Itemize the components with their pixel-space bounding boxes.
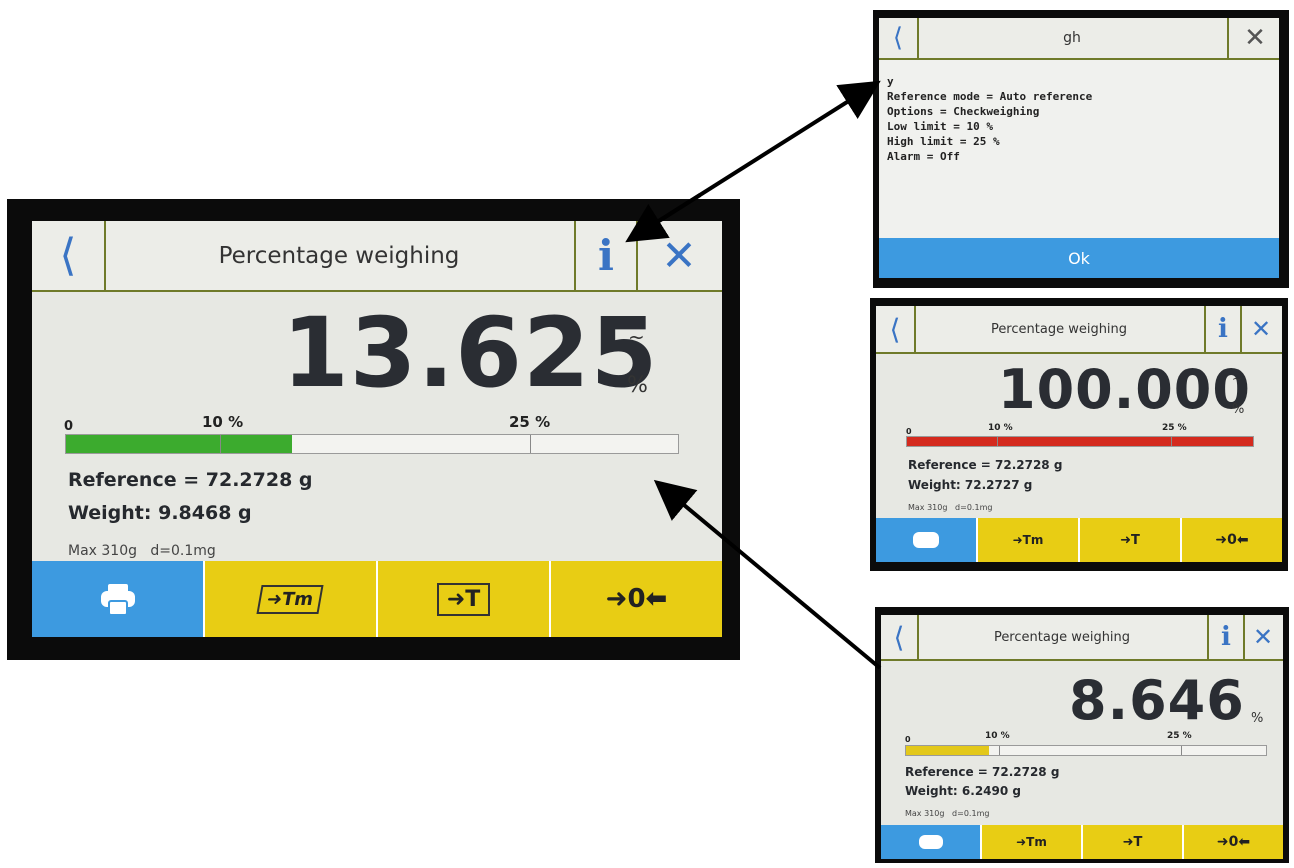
arrow-to-progress-bar bbox=[653, 479, 882, 670]
callout-arrows bbox=[625, 80, 882, 670]
arrow-to-info-button-head bbox=[625, 193, 702, 243]
